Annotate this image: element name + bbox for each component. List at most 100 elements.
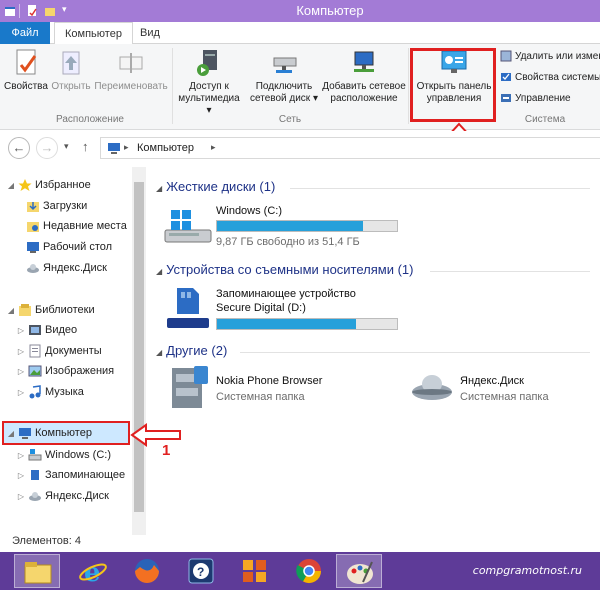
star-icon: [18, 179, 32, 192]
network-drive-icon: [273, 57, 297, 73]
tab-view[interactable]: Вид: [130, 22, 170, 44]
removable-drive-icon: [167, 288, 209, 328]
collapse-icon[interactable]: ◢: [156, 267, 162, 276]
nav-desktop[interactable]: Рабочий стол: [24, 237, 112, 257]
nav-documents[interactable]: ▷ Документы: [16, 341, 102, 361]
file-explorer-icon: [24, 562, 52, 584]
drive-c-name: Windows (C:): [216, 205, 283, 217]
manage-button[interactable]: Управление: [500, 92, 571, 106]
expand-icon[interactable]: ▷: [16, 342, 26, 362]
expand-icon[interactable]: ▷: [16, 383, 26, 403]
computer-icon: [19, 428, 31, 440]
tab-file[interactable]: Файл: [0, 22, 50, 44]
up-arrow-icon[interactable]: ↑: [82, 139, 89, 154]
address-row: ← → ▾ ↑ ▸ Компьютер ▸: [0, 131, 600, 165]
yandex-disk-icon: [27, 264, 39, 274]
taskbar-firefox[interactable]: [124, 554, 170, 588]
nav-favorites[interactable]: ◢ Избранное: [6, 175, 91, 195]
nav-yandex-disk[interactable]: ▷ Яндекс.Диск: [16, 486, 109, 506]
status-bar-item-count: Элементов: 4: [12, 535, 81, 547]
open-button[interactable]: Открыть: [50, 48, 92, 93]
group-label-system: Система: [524, 114, 566, 125]
nav-downloads[interactable]: Загрузки: [24, 196, 87, 216]
nokia-phone-browser-name: Nokia Phone Browser: [216, 375, 323, 387]
taskbar-file-explorer[interactable]: [14, 554, 60, 588]
system-properties-icon: [501, 73, 511, 82]
windows-drive-icon: [28, 449, 42, 461]
breadcrumb-chevron-icon[interactable]: ▸: [211, 142, 216, 153]
properties-button[interactable]: Свойства: [4, 48, 48, 93]
uninstall-program-button[interactable]: Удалить или измен: [500, 50, 600, 64]
desktop-icon: [27, 242, 39, 254]
collapse-icon[interactable]: ◢: [6, 176, 16, 196]
video-library-icon: [29, 325, 41, 336]
nav-removable-drive[interactable]: ▷ Запоминающее: [16, 465, 125, 485]
add-network-location-button[interactable]: Добавить сетевое расположение: [322, 48, 406, 105]
yandex-disk-icon: [29, 492, 41, 502]
site-watermark: compgramotnost.ru: [472, 564, 582, 577]
nav-images[interactable]: ▷ Изображения: [16, 361, 114, 381]
back-button[interactable]: ←: [8, 137, 30, 159]
tab-computer[interactable]: Компьютер: [54, 22, 133, 45]
group-label-location: Расположение: [56, 114, 124, 125]
media-server-icon: [197, 50, 217, 76]
nav-video[interactable]: ▷ Видео: [16, 320, 77, 340]
expand-icon[interactable]: ▷: [16, 466, 26, 486]
nav-drive-c[interactable]: ▷ Windows (C:): [16, 445, 111, 465]
expand-icon[interactable]: ▷: [16, 321, 26, 341]
yandex-disk-type: Системная папка: [460, 391, 549, 403]
network-location-icon: [354, 51, 374, 72]
collapse-icon[interactable]: ◢: [6, 424, 16, 444]
music-library-icon: [29, 385, 41, 399]
nav-music[interactable]: ▷ Музыка: [16, 382, 84, 402]
collapse-icon[interactable]: ◢: [156, 348, 162, 357]
yandex-disk-name: Яндекс.Диск: [460, 375, 524, 387]
rename-icon: [119, 53, 143, 73]
nav-computer[interactable]: ◢ Компьютер: [6, 423, 92, 443]
recent-locations-icon[interactable]: ▾: [64, 141, 69, 152]
address-bar[interactable]: ▸ Компьютер ▸: [100, 137, 600, 159]
firefox-icon: [135, 559, 159, 583]
collapse-icon[interactable]: ◢: [6, 301, 16, 321]
expand-icon[interactable]: ▷: [16, 362, 26, 382]
system-properties-button[interactable]: Свойства системы: [500, 71, 600, 85]
address-path: Компьютер: [137, 142, 194, 154]
section-hard-disks[interactable]: ◢ Жесткие диски (1): [156, 179, 275, 194]
map-network-drive-button[interactable]: Подключить сетевой диск ▾: [248, 48, 320, 105]
ribbon: Свойства Открыть Переименовать Расположе…: [0, 44, 600, 130]
removable-drive-name-line2: Secure Digital (D:): [216, 302, 306, 314]
taskbar-paint[interactable]: [336, 554, 382, 588]
images-library-icon: [28, 365, 42, 377]
taskbar-chrome[interactable]: [286, 554, 332, 588]
collapse-icon[interactable]: ◢: [156, 184, 162, 193]
removable-drive-usage-bar: [216, 318, 398, 330]
svg-text:e: e: [84, 558, 101, 585]
rename-button[interactable]: Переименовать: [94, 48, 168, 93]
internet-explorer-icon: e: [79, 558, 107, 585]
expand-icon[interactable]: ▷: [16, 446, 26, 466]
media-access-button[interactable]: Доступ к мультимедиа ▾: [176, 48, 242, 117]
taskbar-internet-explorer[interactable]: e: [70, 554, 116, 588]
taskbar: e ? compgramotnost.ru: [0, 552, 600, 590]
highlight-control-panel: [410, 48, 496, 122]
nav-libraries[interactable]: ◢ Библиотеки: [6, 300, 95, 320]
removable-drive-usage-fill: [217, 319, 356, 329]
chrome-icon: [296, 559, 321, 584]
drive-c-free-space: 9,87 ГБ свободно из 51,4 ГБ: [216, 236, 360, 248]
breadcrumb-chevron-icon[interactable]: ▸: [124, 142, 129, 153]
taskbar-app-grid[interactable]: [232, 554, 278, 588]
nav-scrollbar-thumb[interactable]: [134, 182, 144, 512]
windows-drive-icon: [164, 210, 212, 243]
section-other[interactable]: ◢ Другие (2): [156, 343, 227, 358]
forward-button[interactable]: →: [36, 137, 58, 159]
title-bar: ▾ Компьютер: [0, 0, 600, 22]
downloads-icon: [27, 202, 39, 213]
expand-icon[interactable]: ▷: [16, 487, 26, 507]
recent-places-icon: [27, 222, 39, 233]
nav-recent-places[interactable]: Недавние места: [24, 216, 127, 236]
nav-yandex-disk-favorite[interactable]: Яндекс.Диск: [24, 258, 107, 278]
removable-drive-name-line1: Запоминающее устройство: [216, 288, 356, 300]
svg-text:?: ?: [197, 565, 204, 579]
section-removable[interactable]: ◢ Устройства со съемными носителями (1): [156, 262, 414, 277]
taskbar-help[interactable]: ?: [178, 554, 224, 588]
